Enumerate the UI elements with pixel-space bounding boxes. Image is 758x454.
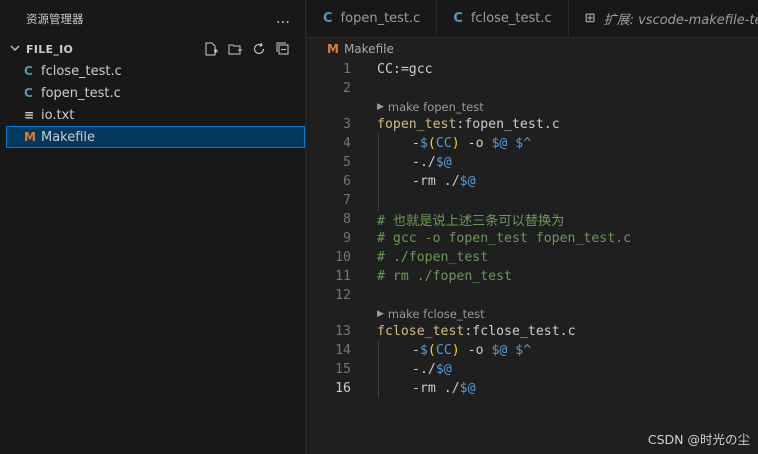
file-item-fclose[interactable]: C fclose_test.c: [0, 60, 305, 82]
file-item-fopen[interactable]: C fopen_test.c: [0, 82, 305, 104]
file-item-io-txt[interactable]: ≡ io.txt: [0, 104, 305, 126]
make-target: fopen_test: [377, 117, 457, 132]
make-dependency: fopen_test.c: [464, 117, 560, 132]
line-number: 16: [335, 381, 351, 396]
tab-fclose-test[interactable]: C fclose_test.c: [437, 0, 569, 37]
explorer-header: 资源管理器 …: [0, 0, 305, 38]
indent-guide: [378, 341, 412, 360]
codelens-label: make fopen_test: [387, 99, 484, 114]
new-file-icon[interactable]: [203, 41, 219, 57]
line-number: 2: [343, 81, 351, 96]
text-file-icon: ≡: [24, 108, 35, 122]
indent-guide: [378, 134, 412, 153]
file-name: fclose_test.c: [41, 63, 122, 79]
line-number: 4: [343, 136, 351, 151]
new-folder-icon[interactable]: [227, 41, 243, 57]
line-number: 1: [343, 62, 351, 77]
file-name: fopen_test.c: [41, 85, 121, 101]
c-file-icon: C: [24, 64, 33, 78]
comment: # 也就是说上述三条可以替换为: [377, 214, 565, 229]
colon: :: [464, 324, 473, 339]
c-file-icon: C: [453, 11, 463, 26]
line-number: 8: [343, 212, 351, 227]
c-file-icon: C: [24, 86, 33, 100]
tab-label: fopen_test.c: [340, 11, 421, 26]
explorer-title: 资源管理器: [26, 12, 84, 26]
colon: :: [456, 117, 465, 132]
code-line: 9 # gcc -o fopen_test fopen_test.c: [307, 229, 758, 248]
line-number: 5: [343, 155, 351, 170]
line-number: 13: [335, 324, 351, 339]
codelens-make-fclose[interactable]: ▶ make fclose_test: [307, 305, 758, 322]
code-line: 5 - ./$@: [307, 153, 758, 172]
comment: # rm ./fopen_test: [377, 269, 512, 284]
explorer-sidebar: 资源管理器 … FILE_IO C fclose_test.c C fopen_…: [0, 0, 306, 454]
codelens-make-fopen[interactable]: ▶ make fopen_test: [307, 98, 758, 115]
comment: # gcc -o fopen_test fopen_test.c: [377, 231, 632, 246]
code-line: 2: [307, 79, 758, 98]
indent-guide: [378, 191, 412, 210]
code-editor[interactable]: 1 CC:=gcc 2 ▶ make fopen_test 3 fopen_te…: [307, 60, 758, 398]
tab-label: fclose_test.c: [470, 11, 552, 26]
makefile-icon: M: [327, 42, 339, 56]
line-number: 10: [335, 250, 351, 265]
breadcrumb-file[interactable]: Makefile: [344, 42, 394, 56]
line-number: 6: [343, 174, 351, 189]
tab-extension[interactable]: ⊞ 扩展: vscode-makefile-term: [569, 0, 758, 37]
code-line: 3 fopen_test: fopen_test.c: [307, 115, 758, 134]
code-line: 8 # 也就是说上述三条可以替换为: [307, 210, 758, 229]
indent-guide: [378, 379, 412, 398]
code-line: 6 - rm ./$@: [307, 172, 758, 191]
make-dependency: fclose_test.c: [472, 324, 576, 339]
indent-guide: [378, 153, 412, 172]
c-file-icon: C: [323, 11, 333, 26]
code-line: 12: [307, 286, 758, 305]
file-item-makefile[interactable]: M Makefile: [6, 126, 305, 148]
run-triangle-icon: ▶: [377, 308, 384, 319]
line-number: 3: [343, 117, 351, 132]
line-number: 12: [335, 288, 351, 303]
code-line: 11 # rm ./fopen_test: [307, 267, 758, 286]
more-actions-icon[interactable]: …: [276, 11, 291, 27]
comment: # ./fopen_test: [377, 250, 489, 265]
codelens-label: make fclose_test: [387, 306, 485, 321]
chevron-down-icon[interactable]: [10, 43, 24, 56]
make-target: fclose_test: [377, 324, 465, 339]
editor-tabs: C fopen_test.c C fclose_test.c ⊞ 扩展: vsc…: [307, 0, 758, 38]
code-line-current: 16 - rm ./$@: [307, 379, 758, 398]
breadcrumb: M Makefile: [307, 38, 758, 60]
extension-icon: ⊞: [584, 11, 596, 26]
code-line: 4 - $(CC) -o $@ $^: [307, 134, 758, 153]
indent-guide: [378, 360, 412, 379]
code-line: 14 - $(CC) -o $@ $^: [307, 341, 758, 360]
makefile-icon: M: [24, 130, 36, 144]
code-line: 7: [307, 191, 758, 210]
line-number: 15: [335, 362, 351, 377]
file-name: Makefile: [41, 129, 96, 145]
collapse-all-icon[interactable]: [275, 41, 291, 57]
watermark: CSDN @时光の尘: [647, 432, 750, 447]
code-line: 1 CC:=gcc: [307, 60, 758, 79]
file-name: io.txt: [41, 107, 75, 123]
line-number: 7: [343, 193, 351, 208]
code-line: 15 - ./$@: [307, 360, 758, 379]
line-number: 11: [335, 269, 351, 284]
code-line: 13 fclose_test: fclose_test.c: [307, 322, 758, 341]
tab-fopen-test[interactable]: C fopen_test.c: [307, 0, 438, 37]
code-line: 10 # ./fopen_test: [307, 248, 758, 267]
code-text: CC:=gcc: [377, 62, 433, 77]
indent-guide: [378, 172, 412, 191]
refresh-icon[interactable]: [251, 41, 267, 57]
run-triangle-icon: ▶: [377, 101, 384, 112]
line-number: 14: [335, 343, 351, 358]
line-number: 9: [343, 231, 351, 246]
folder-row[interactable]: FILE_IO: [0, 38, 305, 60]
tab-label: 扩展: vscode-makefile-term: [603, 13, 758, 28]
folder-name: FILE_IO: [26, 42, 74, 56]
